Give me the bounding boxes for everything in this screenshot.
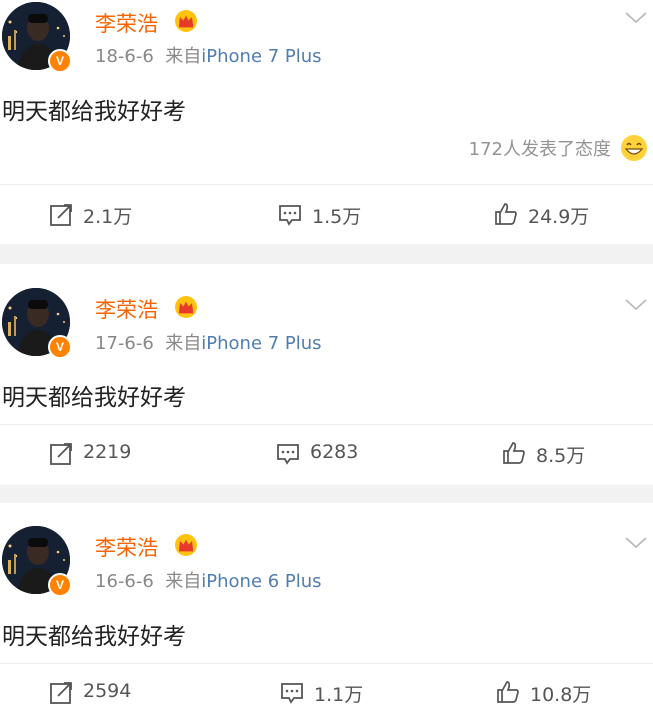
comment-icon xyxy=(279,205,301,226)
thumbs-up-icon xyxy=(495,203,517,225)
verified-badge: V xyxy=(48,49,72,73)
like-count: 10.8万 xyxy=(530,684,592,706)
comment-icon xyxy=(277,444,299,465)
crown-icon xyxy=(175,10,197,32)
chevron-down-icon[interactable] xyxy=(624,10,648,26)
repost-count: 2594 xyxy=(83,680,132,702)
device-link[interactable]: iPhone 7 Plus xyxy=(201,46,321,67)
post-separator xyxy=(0,244,653,264)
post-date: 18-6-6 xyxy=(95,46,154,67)
post-date: 17-6-6 xyxy=(95,333,154,354)
crown-icon xyxy=(175,296,197,318)
comment-count: 1.1万 xyxy=(314,684,364,706)
device-link[interactable]: iPhone 7 Plus xyxy=(201,333,321,354)
verified-badge: V xyxy=(48,573,72,597)
comment-count: 6283 xyxy=(310,441,359,463)
crown-icon xyxy=(175,534,197,556)
chevron-down-icon[interactable] xyxy=(624,297,648,313)
author-name[interactable]: 李荣浩 xyxy=(95,8,158,38)
like-count: 24.9万 xyxy=(528,206,590,228)
author-name[interactable]: 李荣浩 xyxy=(95,294,158,324)
repost-icon xyxy=(50,682,72,704)
author-name[interactable]: 李荣浩 xyxy=(95,532,158,562)
weibo-post: V 李荣浩 16-6-6 来自iPhone 6 Plus 明天都给我好好考 25… xyxy=(0,503,653,710)
repost-icon xyxy=(50,443,72,465)
post-separator xyxy=(0,485,653,503)
repost-count: 2.1万 xyxy=(83,206,133,228)
repost-count: 2219 xyxy=(83,441,132,463)
repost-icon xyxy=(50,204,72,226)
source-prefix: 来自 xyxy=(165,333,202,354)
device-link[interactable]: iPhone 6 Plus xyxy=(201,571,321,592)
divider xyxy=(0,663,653,664)
source-prefix: 来自 xyxy=(165,46,202,67)
weibo-post: V 李荣浩 18-6-6 来自iPhone 7 Plus 明天都给我好好考 17… xyxy=(0,0,653,244)
chevron-down-icon[interactable] xyxy=(624,535,648,551)
post-content[interactable]: 明天都给我好好考 xyxy=(2,92,186,126)
post-meta: 18-6-6 来自iPhone 7 Plus xyxy=(95,42,322,68)
post-meta: 17-6-6 来自iPhone 7 Plus xyxy=(95,329,322,355)
post-date: 16-6-6 xyxy=(95,571,154,592)
comment-count: 1.5万 xyxy=(312,206,362,228)
post-content[interactable]: 明天都给我好好考 xyxy=(2,617,186,651)
weibo-post: V 李荣浩 17-6-6 来自iPhone 7 Plus 明天都给我好好考 22… xyxy=(0,264,653,485)
divider xyxy=(0,184,653,185)
post-meta: 16-6-6 来自iPhone 6 Plus xyxy=(95,567,322,593)
comment-icon xyxy=(281,683,303,704)
thumbs-up-icon xyxy=(497,681,519,703)
source-prefix: 来自 xyxy=(165,571,202,592)
reactions-summary[interactable]: 172人发表了态度 xyxy=(469,135,611,161)
like-count: 8.5万 xyxy=(536,445,586,467)
post-content[interactable]: 明天都给我好好考 xyxy=(2,378,186,412)
divider xyxy=(0,424,653,425)
verified-badge: V xyxy=(48,335,72,359)
grinning-emoji-icon xyxy=(621,135,647,161)
thumbs-up-icon xyxy=(503,442,525,464)
